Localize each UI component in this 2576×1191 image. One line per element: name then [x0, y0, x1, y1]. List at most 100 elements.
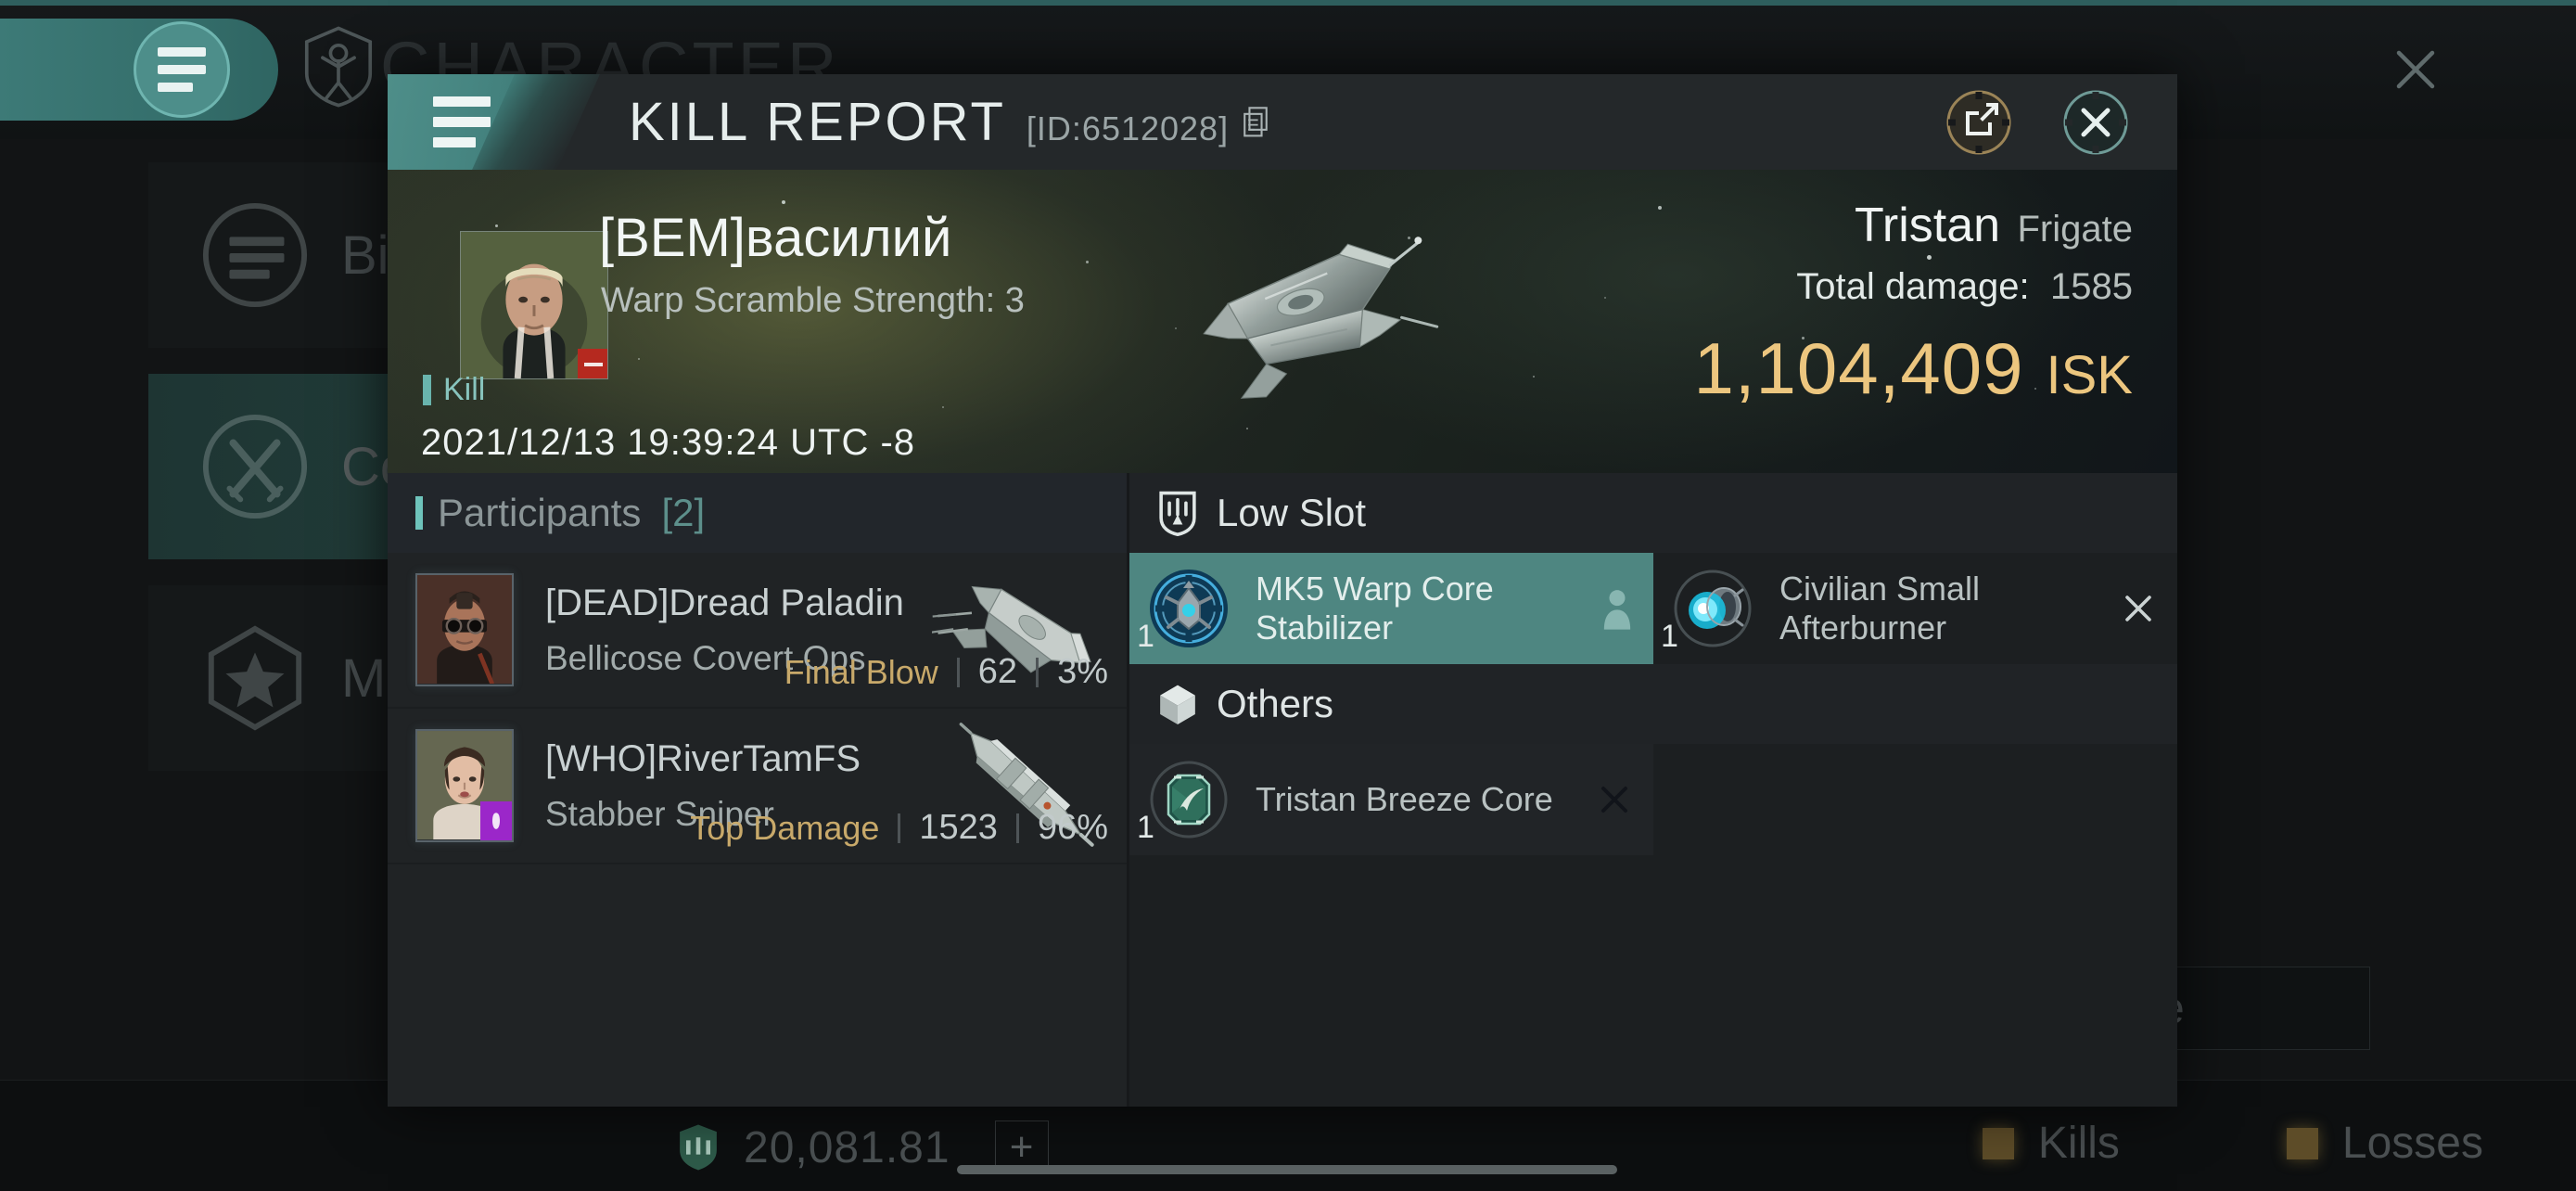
background-menu-button[interactable] — [0, 19, 278, 121]
dialog-title: KILL REPORT — [629, 92, 1006, 152]
item-quantity: 1 — [1661, 619, 1678, 654]
share-button[interactable] — [1942, 85, 2016, 160]
tab-kills-label: Kills — [2037, 1119, 2120, 1168]
list-item[interactable]: 1 MK5 Warp Core Stabilizer — [1129, 553, 1653, 664]
others-title: Others — [1217, 682, 1334, 725]
kill-status-tag: Kill — [423, 372, 485, 408]
stat-divider — [1036, 657, 1039, 687]
participant-percent: 96% — [1037, 808, 1108, 847]
kill-tag-label: Kill — [443, 372, 486, 407]
tab-losses[interactable]: Losses — [2286, 1118, 2483, 1169]
item-name: Tristan Breeze Core — [1256, 780, 1553, 819]
item-name: MK5 Warp Core Stabilizer — [1256, 570, 1494, 648]
item-quantity: 1 — [1137, 810, 1154, 845]
person-icon — [1603, 590, 1631, 630]
crossed-swords-icon — [202, 414, 308, 519]
participant-stat-tag: Final Blow — [784, 652, 938, 691]
item-status — [2120, 590, 2157, 627]
isk-shield-icon — [680, 1124, 717, 1171]
kills-marker-icon — [1982, 1127, 2014, 1159]
item-name-line2: Stabilizer — [1256, 608, 1394, 647]
breeze-core-icon — [1150, 761, 1228, 839]
close-dialog-button[interactable] — [2059, 85, 2133, 160]
table-row[interactable]: [DEAD]Dread Paladin Bellicose Covert Ops — [388, 553, 1127, 709]
avatar[interactable] — [415, 573, 514, 686]
victim-ship-info: Tristan Frigate Total damage: 1585 1,104… — [1693, 198, 2133, 411]
tab-losses-label: Losses — [2341, 1119, 2483, 1168]
participants-header: Participants [2] — [388, 473, 1127, 553]
cube-icon — [1160, 685, 1195, 724]
table-row[interactable]: [WHO]RiverTamFS Stabber Sniper Top Damag… — [388, 709, 1127, 864]
item-name: Civilian Small Afterburner — [1779, 570, 1980, 648]
participant-damage: 1523 — [919, 808, 998, 847]
ship-class: Frigate — [2017, 209, 2134, 250]
item-name-line2: Afterburner — [1779, 608, 1947, 647]
total-damage-label: Total damage: — [1796, 266, 2030, 307]
item-quantity: 1 — [1137, 619, 1154, 654]
victim-subtitle: Warp Scramble Strength: 3 — [601, 281, 1025, 320]
item-icon-wrap: 1 — [1661, 566, 1755, 654]
report-id-label: [ID:6512028] — [1026, 109, 1230, 147]
victim-status-badge — [578, 349, 607, 378]
victim-portrait[interactable] — [460, 231, 608, 379]
afterburner-icon — [1674, 570, 1752, 647]
participants-list: [DEAD]Dread Paladin Bellicose Covert Ops — [388, 553, 1127, 864]
share-external-icon — [1946, 90, 2011, 154]
destroyed-x-icon — [2125, 596, 2151, 621]
low-slot-items: 1 MK5 Warp Core Stabilizer 1 Civilian Sm… — [1129, 553, 2177, 664]
dialog-title-group: KILL REPORT [ID:6512028] — [629, 91, 1269, 153]
horizontal-scrollbar[interactable] — [957, 1165, 1617, 1174]
participant-avatar-1 — [417, 575, 512, 685]
low-slot-shield-icon — [1159, 491, 1196, 536]
participants-title: Participants — [438, 491, 642, 534]
star-hexagon-icon — [208, 625, 302, 731]
item-status — [1601, 587, 1633, 630]
participant-name: [WHO]RiverTamFS — [545, 737, 861, 779]
item-icon-wrap: 1 — [1137, 757, 1231, 845]
dialog-menu-button[interactable] — [388, 74, 536, 170]
list-item[interactable]: 1 Tristan Breeze Core — [1129, 744, 1653, 855]
warp-core-stabilizer-icon — [1150, 570, 1228, 647]
wallet-value: 20,081.81 — [744, 1122, 950, 1172]
stat-divider — [956, 657, 960, 687]
kill-banner: [BEM]василий Warp Scramble Strength: 3 K… — [388, 170, 2177, 473]
total-damage-value: 1585 — [2050, 266, 2133, 307]
section-accent — [415, 496, 423, 530]
kill-tag-accent — [423, 375, 431, 405]
stat-divider — [1015, 813, 1019, 843]
dialog-body: Participants [2] [DEAD]Dread Paladin Bel… — [388, 473, 2177, 1107]
participants-panel: Participants [2] [DEAD]Dread Paladin Bel… — [388, 473, 1129, 1107]
list-icon — [202, 202, 308, 308]
participants-count: [2] — [661, 491, 706, 534]
others-header: Others — [1129, 664, 2177, 744]
isk-value: 1,104,409 — [1693, 327, 2024, 409]
participant-capsule-badge — [480, 801, 512, 840]
kill-timestamp: 2021/12/13 19:39:24 UTC -8 — [421, 422, 916, 463]
item-icon-wrap: 1 — [1137, 566, 1231, 654]
participant-damage: 62 — [977, 652, 1018, 691]
list-item[interactable]: 1 Civilian Small Afterburner — [1653, 553, 2177, 664]
tab-kills[interactable]: Kills — [1982, 1118, 2120, 1169]
victim-ship-render — [1202, 236, 1438, 399]
kill-report-dialog: KILL REPORT [ID:6512028] [BEM]василий Wa… — [388, 74, 2177, 1107]
hamburger-icon — [134, 21, 230, 118]
background-close-button[interactable] — [2376, 30, 2455, 109]
destroyed-x-icon — [1601, 787, 1627, 813]
low-slot-header: Low Slot — [1129, 473, 2177, 553]
participants-empty-space — [388, 864, 1127, 1107]
copy-icon[interactable] — [1242, 106, 1269, 138]
fitting-panel: Low Slot 1 MK5 Warp Core Stabilizer 1 Ci… — [1129, 473, 2177, 1107]
avatar[interactable] — [415, 729, 514, 842]
participant-name: [DEAD]Dread Paladin — [545, 582, 904, 623]
isk-currency: ISK — [2046, 345, 2134, 405]
background-bottom-tabs: Kills Losses — [1982, 1118, 2483, 1169]
item-name-line1: Tristan Breeze Core — [1256, 779, 1553, 818]
dialog-header: KILL REPORT [ID:6512028] — [388, 74, 2177, 170]
stat-divider — [898, 813, 901, 843]
item-status — [1596, 781, 1633, 818]
topbar-accent-line — [0, 0, 2576, 6]
dialog-header-actions — [1942, 85, 2177, 160]
victim-name: [BEM]василий — [599, 208, 952, 268]
vitruvian-icon — [304, 26, 373, 108]
capsule-icon — [492, 813, 500, 829]
